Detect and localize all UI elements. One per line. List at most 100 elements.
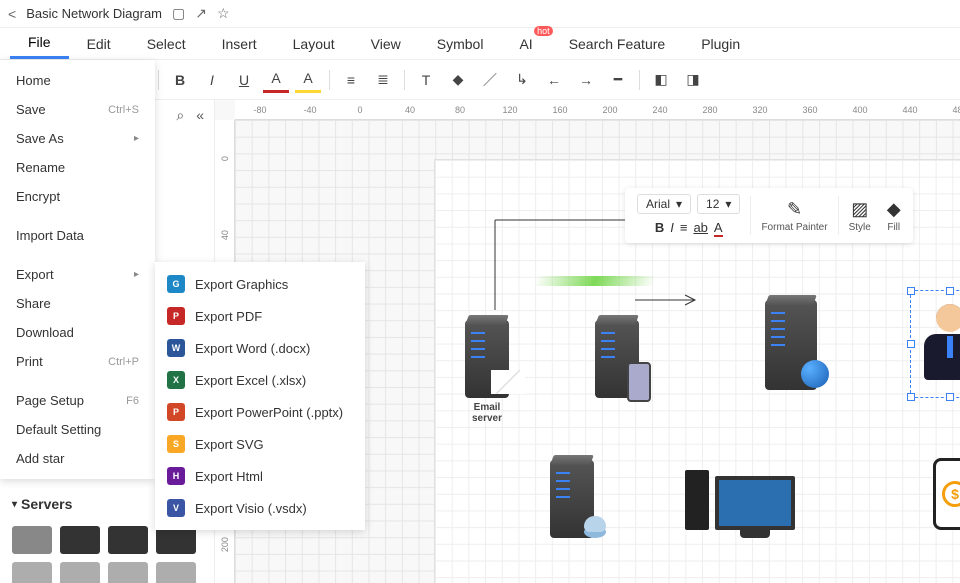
export-export-word-docx-[interactable]: WExport Word (.docx) [155, 332, 365, 364]
file-menu-share[interactable]: Share [0, 289, 155, 318]
stencil-item[interactable] [108, 526, 148, 554]
ruler-tick: 120 [485, 105, 535, 115]
stencil-item[interactable] [60, 526, 100, 554]
stencil-item[interactable] [156, 526, 196, 554]
menu-insert[interactable]: Insert [204, 30, 275, 58]
chevron-right-icon: ▸ [134, 269, 139, 280]
export-export-graphics[interactable]: GExport Graphics [155, 268, 365, 300]
line-style-button[interactable]: ━ [605, 67, 631, 93]
file-menu-print[interactable]: PrintCtrl+P [0, 347, 155, 376]
menu-plugin[interactable]: Plugin [683, 30, 758, 58]
italic-button[interactable]: I [199, 67, 225, 93]
save-icon[interactable]: ▢ [172, 5, 185, 22]
font-color-button[interactable]: A [263, 67, 289, 93]
node-label: Email server [472, 402, 502, 424]
fill-tool-button[interactable]: ◆ [445, 67, 471, 93]
menu-ai[interactable]: AIhot [501, 30, 550, 58]
export-export-visio-vsdx-[interactable]: VExport Visio (.vsdx) [155, 492, 365, 524]
stencil-item[interactable] [108, 562, 148, 583]
ruler-tick: 280 [685, 105, 735, 115]
menu-edit[interactable]: Edit [69, 30, 129, 58]
share-icon[interactable]: ↗ [195, 5, 207, 22]
align-vertical-button[interactable]: ≣ [370, 67, 396, 93]
style-button[interactable]: ▨ Style [841, 197, 879, 235]
email-server-node[interactable]: Email server [465, 320, 509, 424]
search-icon[interactable]: ⌕ [176, 107, 184, 124]
file-menu-download[interactable]: Download [0, 318, 155, 347]
floating-format-toolbar[interactable]: Arial ▾ 12 ▾ B I ≡ ab A ✎ [625, 188, 913, 243]
file-menu-add-star[interactable]: Add star [0, 444, 155, 473]
collapse-icon[interactable]: « [196, 107, 204, 123]
wireless-link-shape[interactable] [535, 276, 655, 286]
highlight-button[interactable]: A [295, 67, 321, 93]
float-font-select[interactable]: Arial ▾ [637, 194, 691, 214]
arrow-end-button[interactable]: → [573, 67, 599, 93]
float-size-select[interactable]: 12 ▾ [697, 194, 740, 214]
file-menu-home[interactable]: Home [0, 66, 155, 95]
file-menu-dropdown[interactable]: HomeSaveCtrl+SSave As▸RenameEncrypt Impor… [0, 60, 155, 479]
file-menu-import-data[interactable]: Import Data [0, 221, 155, 250]
export-export-excel-xlsx-[interactable]: XExport Excel (.xlsx) [155, 364, 365, 396]
user-node[interactable] [924, 304, 960, 382]
stencil-item[interactable] [60, 562, 100, 583]
ruler-tick: 240 [635, 105, 685, 115]
stencil-item[interactable] [12, 526, 52, 554]
file-menu-default-setting[interactable]: Default Setting [0, 415, 155, 444]
connector-button[interactable]: ↳ [509, 67, 535, 93]
export-item-label: Export Visio (.vsdx) [195, 501, 307, 516]
export-item-label: Export Graphics [195, 277, 288, 292]
stencil-item[interactable] [156, 562, 196, 583]
bold-button[interactable]: B [167, 67, 193, 93]
payment-phone-node[interactable]: $ [933, 458, 960, 530]
menu-view[interactable]: View [353, 30, 419, 58]
file-menu-page-setup[interactable]: Page SetupF6 [0, 386, 155, 415]
bold-button[interactable]: B [655, 220, 664, 237]
menu-item-label: Import Data [16, 228, 84, 243]
font-color-button[interactable]: A [714, 220, 723, 237]
chevron-down-icon: ▾ [725, 197, 731, 211]
file-menu-export[interactable]: Export▸ [0, 260, 155, 289]
text-tool-button[interactable]: T [413, 67, 439, 93]
stencil-item[interactable] [12, 562, 52, 583]
align-horizontal-button[interactable]: ≡ [338, 67, 364, 93]
fill-button[interactable]: ◆ Fill [879, 197, 909, 235]
file-menu-rename[interactable]: Rename [0, 153, 155, 182]
italic-button[interactable]: I [670, 220, 674, 237]
export-export-html[interactable]: HExport Html [155, 460, 365, 492]
align-button[interactable]: ≡ [680, 220, 688, 237]
separator [404, 70, 405, 90]
menu-file[interactable]: File [10, 28, 69, 59]
export-export-powerpoint-pptx-[interactable]: PExport PowerPoint (.pptx) [155, 396, 365, 428]
separator [750, 196, 751, 235]
file-menu-save-as[interactable]: Save As▸ [0, 124, 155, 153]
menu-item-label: Download [16, 325, 74, 340]
web-server-node[interactable] [765, 300, 817, 390]
menu-symbol[interactable]: Symbol [419, 30, 502, 58]
star-icon[interactable]: ☆ [217, 5, 230, 22]
file-menu-encrypt[interactable]: Encrypt [0, 182, 155, 211]
export-export-svg[interactable]: SExport SVG [155, 428, 365, 460]
back-button[interactable]: < [8, 6, 16, 22]
format-painter-button[interactable]: ✎ Format Painter [753, 197, 835, 235]
export-item-label: Export Excel (.xlsx) [195, 373, 306, 388]
workstation-node[interactable] [685, 470, 795, 530]
text-box-button[interactable]: ab [693, 220, 707, 237]
bucket-icon: ◆ [887, 199, 901, 220]
menu-layout[interactable]: Layout [275, 30, 353, 58]
menu-select[interactable]: Select [129, 30, 204, 58]
file-menu-save[interactable]: SaveCtrl+S [0, 95, 155, 124]
database-server-node[interactable] [550, 460, 594, 538]
ruler-tick: 0 [220, 120, 230, 197]
panel-a-button[interactable]: ◧ [648, 67, 674, 93]
ruler-tick: -80 [235, 105, 285, 115]
arrow-start-button[interactable]: ← [541, 67, 567, 93]
line-tool-button[interactable]: ／ [477, 67, 503, 93]
export-export-pdf[interactable]: PExport PDF [155, 300, 365, 332]
underline-button[interactable]: U [231, 67, 257, 93]
keyboard-shortcut: Ctrl+S [108, 104, 139, 116]
export-submenu[interactable]: GExport GraphicsPExport PDFWExport Word … [155, 262, 365, 530]
panel-b-button[interactable]: ◨ [680, 67, 706, 93]
title-bar: < Basic Network Diagram ▢ ↗ ☆ [0, 0, 960, 28]
menu-search-feature[interactable]: Search Feature [551, 30, 684, 58]
server-node[interactable] [595, 320, 639, 398]
